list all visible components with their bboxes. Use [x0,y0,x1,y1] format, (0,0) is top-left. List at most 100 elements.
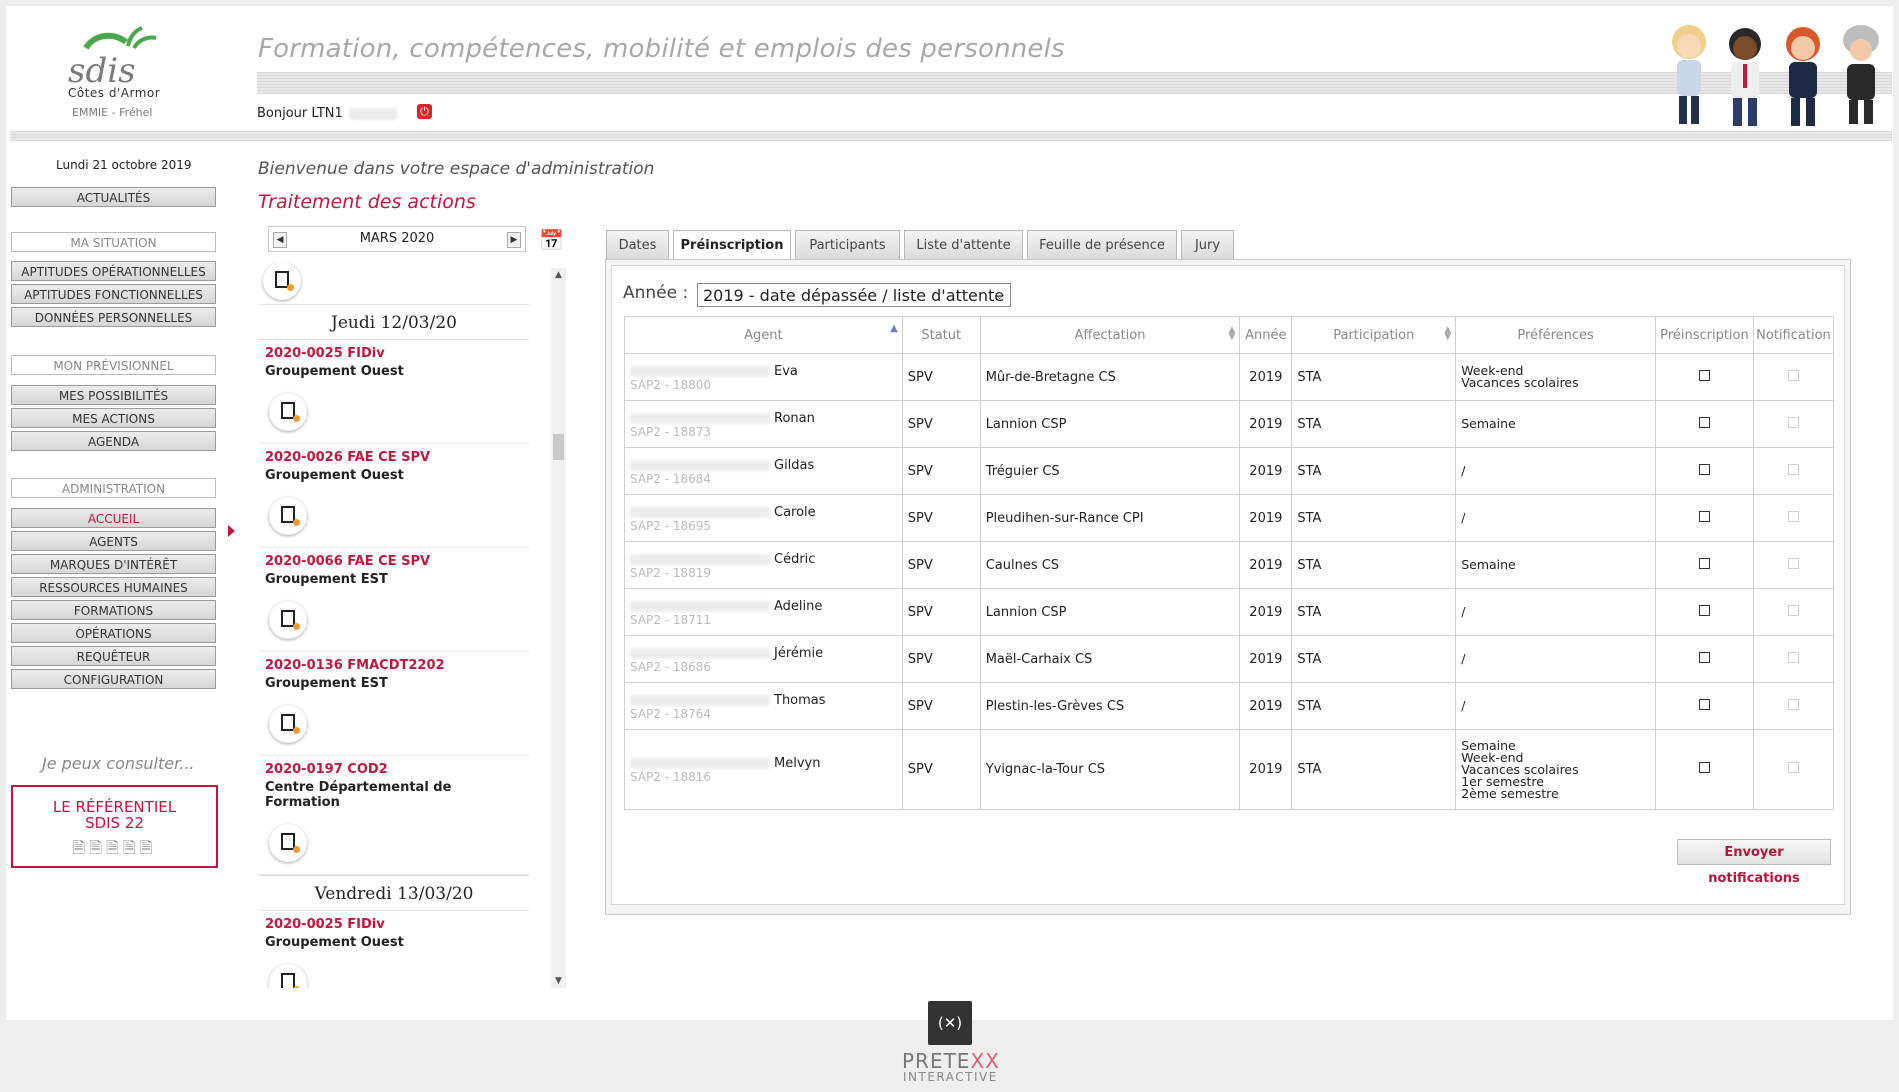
agenda-event[interactable]: 2020-0136 FMACDT2202 Groupement EST [259,652,529,756]
training-icon[interactable] [269,393,307,431]
training-icon[interactable] [269,601,307,639]
notification-cell [1752,541,1835,589]
agent-firstname: Jérémie [774,645,824,661]
agenda-event[interactable]: 2020-0066 FAE CE SPV Groupement EST [259,548,529,652]
sidebar-item-accueil[interactable]: ACCUEIL [11,508,216,528]
referentiel-link[interactable]: LE RÉFÉRENTIEL SDIS 22 🗎🗎🗎🗎🗎 [11,785,218,868]
preinscription-checkbox[interactable] [1698,604,1710,616]
sidebar-item-donnees-personnelles[interactable]: DONNÉES PERSONNELLES [11,307,216,327]
scroll-up-icon[interactable]: ▲ [551,268,566,282]
sort-icon[interactable]: ▲ ▼ [1444,326,1451,342]
notification-cell [1752,635,1835,683]
training-icon[interactable] [269,497,307,535]
agenda-event[interactable]: 2020-0025 FIDiv Groupement Ouest [259,340,529,444]
training-icon[interactable] [263,262,301,300]
affectation-cell: Lannion CSP [979,400,1241,448]
sidebar-item-mes-possibilites[interactable]: MES POSSIBILITÉS [11,385,216,405]
col-affectation[interactable]: Affectation ▲ ▼ [979,316,1241,354]
scroll-down-icon[interactable]: ▼ [551,974,566,988]
preinscription-checkbox[interactable] [1698,762,1710,773]
notification-cell [1752,353,1835,401]
preinscription-checkbox[interactable] [1698,416,1710,428]
training-icon[interactable] [269,705,307,743]
sort-icon[interactable]: ▲ ▼ [1228,326,1235,342]
notification-cell [1752,447,1835,495]
tab-panel-content: Année : 2019 - date dépassée / liste d'a… [611,265,1845,905]
sidebar-item-aptitudes-operationnelles[interactable]: APTITUDES OPÉRATIONNELLES [11,261,216,281]
event-code: 2020-0136 FMACDT2202 [265,658,445,673]
sidebar-item-ressources-humaines[interactable]: RESSOURCES HUMAINES [11,577,216,597]
tab-preinscription[interactable]: Préinscription [673,230,791,261]
sidebar-item-requeteur[interactable]: REQUÊTEUR [11,646,216,666]
sidebar-item-configuration[interactable]: CONFIGURATION [11,669,216,689]
training-icon[interactable] [269,964,307,988]
event-code: 2020-0025 FIDiv [265,346,385,361]
agenda-scrollbar[interactable]: ▲ ▼ [551,268,566,988]
preinscription-checkbox[interactable] [1698,510,1710,522]
agenda-event[interactable]: 2020-0197 COD2 Centre Départemental de F… [259,756,529,875]
participation-cell: STA [1291,682,1457,730]
agenda-day: Jeudi 12/03/20 [259,304,529,340]
sidebar-item-agenda[interactable]: AGENDA [11,431,216,451]
preinscription-checkbox[interactable] [1698,698,1710,710]
agent-cell: Thomas SAP2 - 18764 [624,682,903,730]
sidebar-item-operations[interactable]: OPÉRATIONS [11,623,216,643]
notification-checkbox [1787,510,1799,522]
agenda-event[interactable]: 2020-0026 FAE CE SPV Groupement Ouest [259,444,529,548]
participation-cell: STA [1291,447,1457,495]
col-agent[interactable]: Agent ▲ [624,316,903,354]
col-agent-label: Agent [744,327,783,343]
tab-dates[interactable]: Dates [606,230,669,259]
scroll-thumb[interactable] [553,434,564,460]
year-select[interactable]: 2019 - date dépassée / liste d'attente ⌵ [697,283,1011,307]
agent-cell: Gildas SAP2 - 18684 [624,447,903,495]
affectation-cell: Yvignac-la-Tour CS [979,729,1241,810]
agenda-list[interactable]: Jeudi 12/03/20 2020-0025 FIDiv Groupemen… [259,262,547,988]
event-group: Groupement EST [265,676,388,691]
preference-item: Semaine [1461,416,1516,431]
month-label: MARS 2020 [359,231,435,246]
sort-asc-icon[interactable]: ▲ [890,324,898,334]
year-label: Année : [623,283,689,303]
chevron-down-icon: ⌵ [995,289,1004,302]
agent-firstname: Eva [774,363,798,379]
page: sdis Côtes d'Armor EMMIE - Fréhel Format… [6,6,1893,1020]
tab-feuille-presence[interactable]: Feuille de présence [1027,230,1177,259]
preinscription-checkbox[interactable] [1698,651,1710,663]
sidebar-item-marques-interet[interactable]: MARQUES D'INTÉRÊT [11,554,216,574]
preferences-cell: Semaine Week-end Vacances scolaires 1er sem… [1455,729,1656,810]
agent-surname-blurred [630,600,770,612]
statut-cell: SPV [901,400,981,448]
calendar-icon[interactable]: 📅 [539,228,564,252]
tab-participants[interactable]: Participants [795,230,900,259]
col-participation[interactable]: Participation ▲ ▼ [1291,316,1457,354]
training-icon[interactable] [269,824,307,862]
preinscription-cell [1654,635,1754,683]
send-notifications-button[interactable]: Envoyer notifications [1677,839,1831,886]
preinscription-checkbox[interactable] [1698,557,1710,569]
event-group: Centre Départemental de Formation [265,780,452,810]
preinscription-cell [1654,541,1754,589]
event-group: Groupement Ouest [265,364,404,379]
agenda-event[interactable]: 2020-0025 FIDiv Groupement Ouest [259,911,529,988]
logo-subtitle: Côtes d'Armor [68,86,161,100]
sidebar-item-agents[interactable]: AGENTS [11,531,216,551]
preinscription-checkbox[interactable] [1698,369,1710,381]
agent-firstname: Ronan [774,410,815,426]
tab-liste-attente[interactable]: Liste d'attente [904,230,1023,259]
sidebar-item-aptitudes-fonctionnelles[interactable]: APTITUDES FONCTIONNELLES [11,284,216,304]
sidebar-item-formations[interactable]: FORMATIONS [11,600,216,620]
next-month-button[interactable]: ▶ [507,232,521,248]
annee-cell: 2019 [1239,541,1293,589]
notification-cell [1752,494,1835,542]
sidebar-item-mes-actions[interactable]: MES ACTIONS [11,408,216,428]
event-code: 2020-0197 COD2 [265,762,388,777]
logout-icon[interactable]: ⏻ [417,104,432,119]
sidebar-item-actualites[interactable]: ACTUALITÉS [11,187,216,207]
table-row: Gildas SAP2 - 18684 SPV Tréguier CS 2019… [624,447,1835,495]
preinscription-cell [1654,494,1754,542]
event-code: 2020-0066 FAE CE SPV [265,554,431,569]
col-annee: Année [1239,316,1293,354]
preinscription-checkbox[interactable] [1698,463,1710,475]
tab-jury[interactable]: Jury [1181,230,1234,259]
